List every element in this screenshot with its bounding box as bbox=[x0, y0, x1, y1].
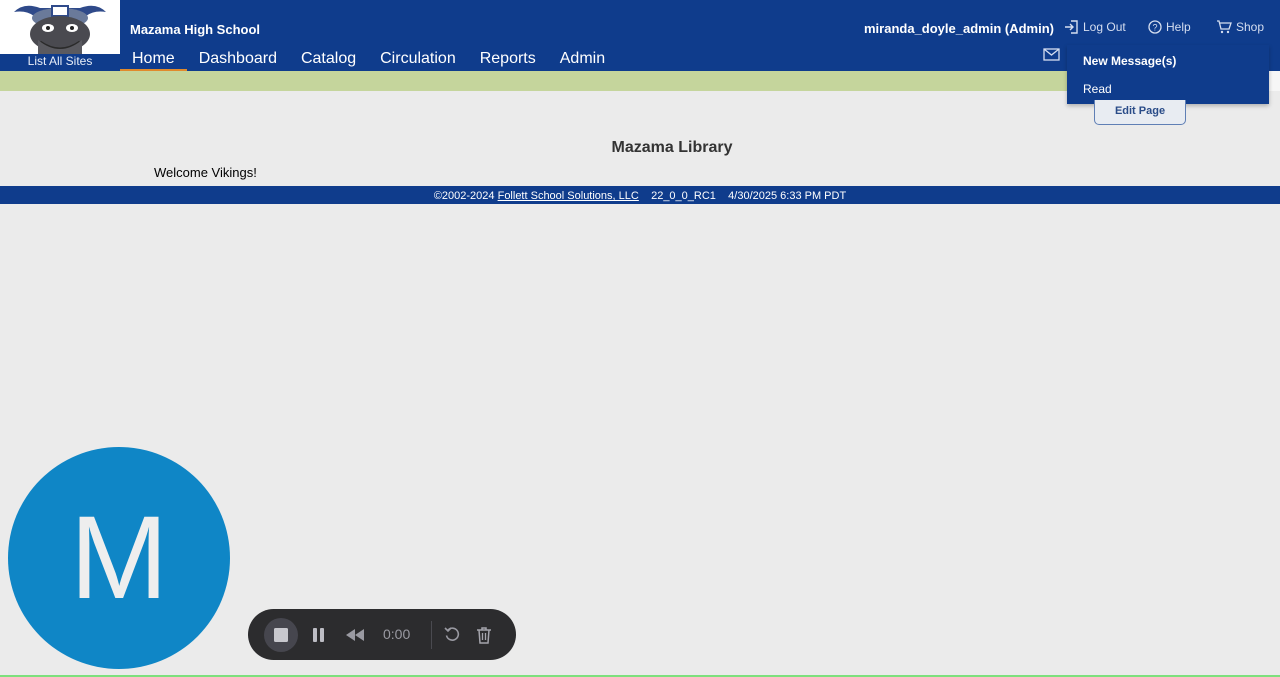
nav-home[interactable]: Home bbox=[120, 48, 187, 72]
footer-copyright: ©2002-2024 bbox=[433, 190, 495, 202]
band-edge bbox=[1268, 71, 1280, 91]
help-label: Help bbox=[1166, 20, 1191, 34]
messages-dropdown: New Message(s) Read bbox=[1067, 45, 1269, 104]
nav-circulation[interactable]: Circulation bbox=[368, 48, 468, 69]
cart-icon bbox=[1217, 20, 1232, 34]
stop-icon bbox=[274, 628, 288, 642]
page-title: Mazama Library bbox=[611, 139, 733, 156]
viking-logo-icon bbox=[14, 5, 106, 54]
list-all-sites-link[interactable]: List All Sites bbox=[0, 54, 120, 71]
read-messages-item[interactable]: Read bbox=[1083, 82, 1112, 96]
nav-dashboard[interactable]: Dashboard bbox=[187, 48, 289, 69]
rewind-icon bbox=[346, 629, 364, 641]
shop-link[interactable]: Shop bbox=[1216, 20, 1264, 34]
trash-icon bbox=[477, 627, 491, 644]
help-icon: ? bbox=[1148, 20, 1162, 34]
stop-button[interactable] bbox=[264, 618, 298, 652]
new-messages-item[interactable]: New Message(s) bbox=[1083, 54, 1176, 68]
logout-icon bbox=[1065, 20, 1078, 34]
logout-link[interactable]: Log Out bbox=[1064, 20, 1126, 34]
restart-icon bbox=[444, 627, 460, 641]
school-logo[interactable] bbox=[0, 0, 120, 54]
toolbar-divider bbox=[431, 621, 432, 649]
messages-button[interactable] bbox=[1043, 48, 1060, 66]
nav-admin[interactable]: Admin bbox=[548, 48, 617, 69]
pause-icon bbox=[313, 628, 324, 642]
footer: ©2002-2024 Follett School Solutions, LLC… bbox=[0, 186, 1280, 204]
welcome-text: Welcome Vikings! bbox=[154, 165, 257, 180]
recording-toolbar: 0:00 bbox=[248, 609, 516, 660]
main-nav: Home Dashboard Catalog Circulation Repor… bbox=[120, 48, 617, 72]
nav-reports[interactable]: Reports bbox=[468, 48, 548, 69]
avatar: M bbox=[8, 447, 230, 669]
restart-button[interactable] bbox=[444, 626, 460, 643]
mail-icon bbox=[1043, 48, 1060, 61]
user-name: miranda_doyle_admin (Admin) bbox=[864, 21, 1054, 36]
school-name: Mazama High School bbox=[130, 22, 261, 37]
rewind-button[interactable] bbox=[345, 628, 365, 642]
shop-label: Shop bbox=[1236, 20, 1265, 34]
nav-catalog[interactable]: Catalog bbox=[289, 48, 368, 69]
svg-text:?: ? bbox=[1152, 23, 1157, 33]
recording-timer: 0:00 bbox=[383, 626, 411, 642]
footer-datetime: 4/30/2025 6:33 PM PDT bbox=[728, 190, 847, 202]
logout-label: Log Out bbox=[1083, 20, 1126, 34]
delete-button[interactable] bbox=[476, 626, 492, 644]
pause-button[interactable] bbox=[312, 627, 326, 643]
footer-version: 22_0_0_RC1 bbox=[651, 190, 716, 202]
help-link[interactable]: ? Help bbox=[1148, 20, 1191, 34]
follett-link[interactable]: Follett School Solutions, LLC bbox=[498, 190, 639, 202]
edit-page-button[interactable]: Edit Page bbox=[1094, 100, 1186, 125]
